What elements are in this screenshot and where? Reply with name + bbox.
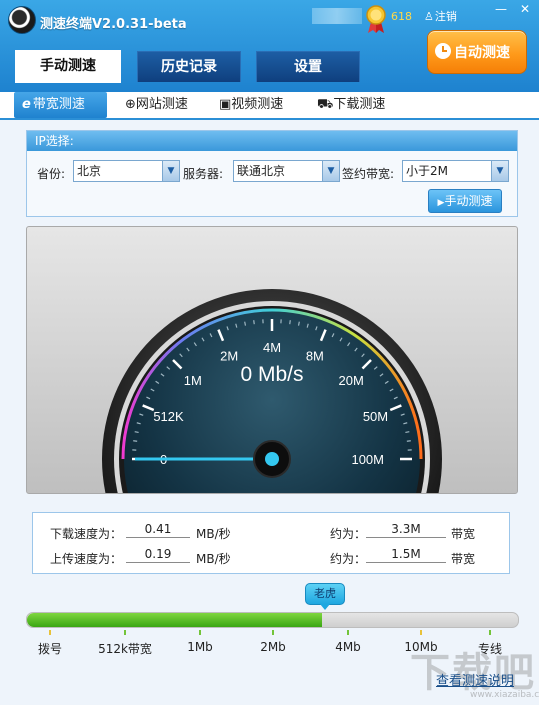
gauge-scale-label: 2M: [220, 349, 238, 364]
gauge-minor-tick: [405, 431, 410, 434]
bandwidth-select[interactable]: 小于2M ▼: [402, 160, 509, 182]
server-label: 服务器:: [183, 167, 224, 181]
bandwidth-value: 小于2M: [406, 164, 448, 178]
subtab-label: 网站测速: [135, 97, 188, 112]
gauge-scale-label: 4M: [263, 340, 281, 355]
level-tick-label: 2Mb: [260, 640, 286, 654]
subtab-label: 带宽测速: [32, 97, 85, 112]
chevron-down-icon: ▼: [322, 161, 339, 181]
level-tick-label: 512k带宽: [98, 642, 152, 656]
level-tick: [420, 630, 422, 635]
download-unit: MB/秒: [196, 527, 231, 541]
app-logo-icon: [8, 6, 36, 34]
gauge-minor-tick: [297, 321, 300, 326]
level-tick: [347, 630, 349, 635]
logout-label: 注销: [434, 10, 457, 23]
blurred-username: [312, 8, 362, 24]
level-bar-track: [26, 612, 519, 628]
watermark-url: www.xiazaiba.com: [470, 690, 539, 700]
gauge-minor-tick: [133, 440, 138, 442]
gauge-scale-label: 50M: [363, 409, 388, 424]
speed-reading: 0 Mb/s: [240, 363, 303, 386]
gauge-scale-label: 100M: [351, 452, 384, 467]
needle-hub-light: [265, 452, 279, 466]
app-title: 测速终端V2.0.31-beta: [40, 17, 187, 32]
sub-nav: e 带宽测速 ⊕网站测速 ▣视频测速 ⛟下载测速: [0, 92, 539, 120]
globe-icon: ⊕: [125, 97, 136, 112]
province-value: 北京: [77, 164, 102, 178]
subtab-label: 下载测速: [333, 97, 386, 112]
subtab-label: 视频测速: [231, 97, 284, 112]
level-badge: 老虎: [305, 583, 345, 610]
results-box: 下载速度为： 0.41 MB/秒 约为： 3.3M 带宽 上传速度为： 0.19…: [32, 512, 510, 574]
gauge-minor-tick: [406, 440, 411, 442]
car-icon: ⛟: [317, 97, 334, 112]
speed-gauge: 0512K1M2M4M8M20M50M100M 0 Mb/s: [102, 289, 442, 493]
province-select[interactable]: 北京 ▼: [73, 160, 180, 182]
level-tick: [49, 630, 51, 635]
download-about-label: 约为：: [330, 527, 367, 541]
help-link[interactable]: 查看测速说明: [436, 670, 514, 689]
manual-test-label: 手动测速: [444, 194, 493, 208]
province-label: 省份:: [37, 167, 66, 181]
server-value: 联通北京: [237, 164, 286, 178]
upload-value: 0.19: [126, 546, 190, 563]
level-tick: [124, 630, 126, 635]
ip-selection-panel: IP选择: 省份: 北京 ▼ 服务器: 联通北京 ▼ 签约带宽: 小于2M ▼ …: [26, 130, 518, 217]
download-label: 下载速度为：: [50, 527, 123, 541]
download-value: 0.41: [126, 521, 190, 538]
gauge-scale-label: 512K: [153, 409, 184, 424]
bandwidth-label: 签约带宽:: [342, 167, 395, 181]
gauge-minor-tick: [289, 320, 291, 325]
close-button[interactable]: ✕: [514, 0, 536, 20]
manual-test-button[interactable]: ▶手动测速: [428, 189, 502, 213]
level-tick-label: 1Mb: [187, 640, 213, 654]
tab-manual-test[interactable]: 手动测速: [15, 50, 121, 83]
upload-label: 上传速度为：: [50, 552, 123, 566]
gauge-scale-label: 20M: [339, 373, 364, 388]
download-suffix: 带宽: [451, 527, 476, 541]
upload-unit: MB/秒: [196, 552, 231, 566]
upload-about-label: 约为：: [330, 552, 367, 566]
clock-icon: [435, 43, 451, 59]
gauge-scale-label: 1M: [184, 373, 202, 388]
logout-link[interactable]: ♙注销: [424, 8, 457, 24]
server-select[interactable]: 联通北京 ▼: [233, 160, 340, 182]
gauge-minor-tick: [244, 321, 247, 326]
subtab-bandwidth[interactable]: e 带宽测速: [14, 92, 107, 118]
gauge-minor-tick: [134, 431, 139, 434]
upload-bandwidth: 1.5M: [366, 546, 446, 563]
download-bandwidth: 3.3M: [366, 521, 446, 538]
ip-panel-header: IP选择:: [27, 131, 517, 151]
level-tick-label: 4Mb: [335, 640, 361, 654]
gauge-scale-label: 8M: [306, 349, 324, 364]
tab-settings[interactable]: 设置: [256, 51, 360, 82]
auto-test-label: 自动测速: [454, 45, 510, 61]
upload-suffix: 带宽: [451, 552, 476, 566]
title-bar: 测速终端V2.0.31-beta 618 ♙注销 — ✕ 手动测速 历史记录 设…: [0, 0, 539, 92]
medal-icon: [366, 5, 386, 33]
level-tick-label: 拨号: [37, 642, 63, 656]
level-bar-fill: [27, 613, 322, 627]
user-level: 618: [391, 10, 412, 23]
chevron-down-icon: ▼: [162, 161, 179, 181]
subtab-video[interactable]: ▣视频测速: [219, 92, 283, 118]
gauge-minor-tick: [253, 320, 255, 325]
subtab-download[interactable]: ⛟下载测速: [317, 92, 385, 118]
level-tick: [272, 630, 274, 635]
chevron-down-icon: ▼: [491, 161, 508, 181]
user-icon: ♙: [424, 10, 434, 23]
subtab-website[interactable]: ⊕网站测速: [125, 92, 188, 118]
tab-history[interactable]: 历史记录: [137, 51, 241, 82]
speed-gauge-panel: 0512K1M2M4M8M20M50M100M 0 Mb/s: [26, 226, 518, 494]
level-tick: [489, 630, 491, 635]
video-camera-icon: ▣: [219, 97, 232, 112]
e-icon: e: [22, 97, 31, 112]
minimize-button[interactable]: —: [490, 0, 512, 20]
auto-test-button[interactable]: 自动测速: [427, 30, 527, 74]
level-tick: [199, 630, 201, 635]
